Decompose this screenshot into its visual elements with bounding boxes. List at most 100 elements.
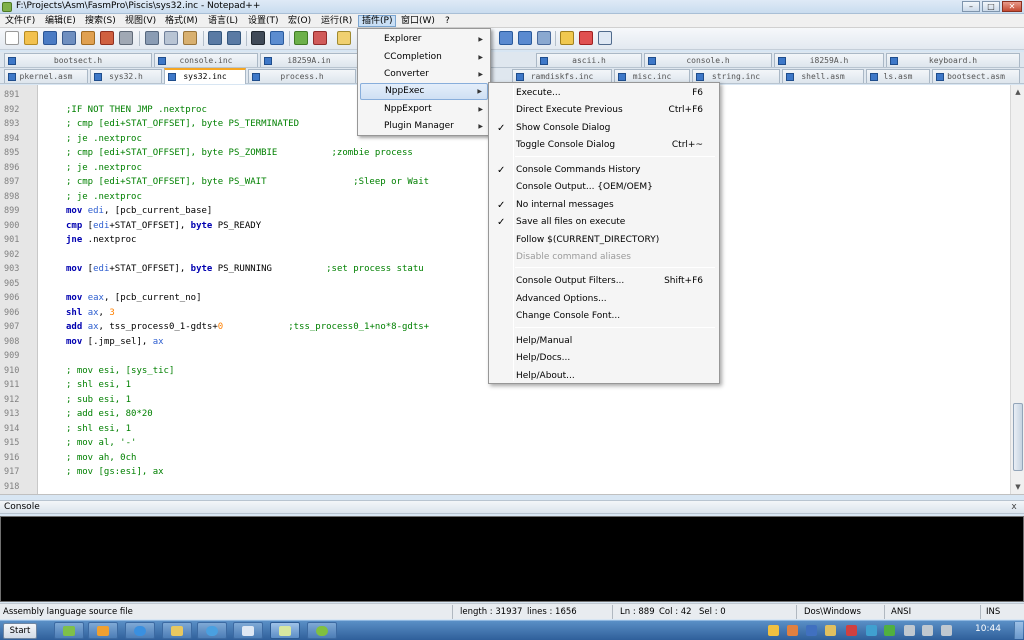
menu-run[interactable]: 运行(R) xyxy=(318,15,355,27)
network-icon[interactable] xyxy=(904,625,915,636)
menu-help[interactable]: ? xyxy=(442,15,453,27)
show-desktop-button[interactable] xyxy=(1014,622,1023,639)
tab-sys32-inc[interactable]: sys32.inc xyxy=(164,68,246,84)
nppexec-item-toggle-console-dialog[interactable]: Toggle Console Dialog Ctrl+~ xyxy=(491,137,717,154)
tab-i8259a-h[interactable]: i8259A.h xyxy=(774,53,884,67)
plugins-item-plugin-manager[interactable]: Plugin Manager ▶ xyxy=(360,118,488,135)
taskbar-app-word[interactable] xyxy=(233,622,263,639)
plugins-item-converter[interactable]: Converter ▶ xyxy=(360,66,488,83)
scrollbar-thumb[interactable] xyxy=(1013,403,1023,471)
nppexec-item-help-about[interactable]: Help/About... xyxy=(491,368,717,385)
function-list-icon[interactable] xyxy=(560,31,574,45)
start-button[interactable]: Start xyxy=(3,623,37,639)
tab-bootsect-h[interactable]: bootsect.h xyxy=(4,53,152,67)
tray-icon[interactable] xyxy=(825,625,836,636)
menu-format[interactable]: 格式(M) xyxy=(162,15,201,27)
zoom-in-icon[interactable] xyxy=(294,31,308,45)
taskbar-app-media[interactable] xyxy=(88,622,118,639)
tab-ls-asm[interactable]: ls.asm xyxy=(866,69,930,83)
plugins-item-explorer[interactable]: Explorer ▶ xyxy=(360,31,488,48)
nppexec-item-console-output-oem-oem[interactable]: Console Output... {OEM/OEM} xyxy=(491,179,717,196)
tab-sys32-h[interactable]: sys32.h xyxy=(90,69,162,83)
nppexec-item-execute[interactable]: Execute... F6 xyxy=(491,85,717,102)
redo-icon[interactable] xyxy=(227,31,241,45)
close-file-icon[interactable] xyxy=(81,31,95,45)
nppexec-item-no-internal-messages[interactable]: ✓ No internal messages xyxy=(491,197,717,214)
plugins-item-ccompletion[interactable]: CCompletion ▶ xyxy=(360,49,488,66)
tray-icon[interactable] xyxy=(846,625,857,636)
print-icon[interactable] xyxy=(119,31,133,45)
menu-view[interactable]: 视图(V) xyxy=(122,15,159,27)
nppexec-item-console-commands-history[interactable]: ✓ Console Commands History xyxy=(491,162,717,179)
replace-icon[interactable] xyxy=(270,31,284,45)
zoom-out-icon[interactable] xyxy=(313,31,327,45)
tab-process-h[interactable]: process.h xyxy=(248,69,356,83)
volume-icon[interactable] xyxy=(941,625,952,636)
tab-pkernel-asm[interactable]: pkernel.asm xyxy=(4,69,88,83)
tab-ramdiskfs-inc[interactable]: ramdiskfs.inc xyxy=(512,69,612,83)
menu-settings[interactable]: 设置(T) xyxy=(245,15,282,27)
tray-icon[interactable] xyxy=(806,625,817,636)
tab-ascii-h[interactable]: ascii.h xyxy=(536,53,642,67)
nppexec-item-help-manual[interactable]: Help/Manual xyxy=(491,333,717,350)
macro-run-multiple-icon[interactable] xyxy=(518,31,532,45)
nppexec-item-console-output-filters[interactable]: Console Output Filters... Shift+F6 xyxy=(491,273,717,290)
nppexec-item-show-console-dialog[interactable]: ✓ Show Console Dialog xyxy=(491,120,717,137)
menu-file[interactable]: 文件(F) xyxy=(2,15,38,27)
save-icon[interactable] xyxy=(43,31,57,45)
taskbar-app-ie[interactable] xyxy=(125,622,155,639)
tab-i8259a-inc[interactable]: i8259A.in xyxy=(260,53,358,67)
taskbar-app-explorer[interactable] xyxy=(162,622,192,639)
nppexec-item-change-console-font[interactable]: Change Console Font... xyxy=(491,308,717,325)
menu-language[interactable]: 语言(L) xyxy=(205,15,241,27)
sync-scroll-icon[interactable] xyxy=(337,31,351,45)
nppexec-item-save-all-files-on-execute[interactable]: ✓ Save all files on execute xyxy=(491,214,717,231)
open-file-icon[interactable] xyxy=(24,31,38,45)
save-all-icon[interactable] xyxy=(62,31,76,45)
nppexec-item-follow-current-directory[interactable]: Follow $(CURRENT_DIRECTORY) xyxy=(491,232,717,249)
paste-icon[interactable] xyxy=(183,31,197,45)
copy-icon[interactable] xyxy=(164,31,178,45)
new-file-icon[interactable] xyxy=(5,31,19,45)
close-button[interactable]: ✕ xyxy=(1002,1,1022,12)
taskbar-app-browser[interactable] xyxy=(197,622,227,639)
menu-macro[interactable]: 宏(O) xyxy=(285,15,314,27)
cut-icon[interactable] xyxy=(145,31,159,45)
maximize-button[interactable]: □ xyxy=(982,1,1000,12)
menu-search[interactable]: 搜索(S) xyxy=(82,15,119,27)
taskbar-app-1[interactable] xyxy=(54,622,84,639)
vertical-scrollbar[interactable]: ▲ ▼ xyxy=(1010,85,1024,494)
nppexec-item-direct-execute-previous[interactable]: Direct Execute Previous Ctrl+F6 xyxy=(491,102,717,119)
tray-icon[interactable] xyxy=(866,625,877,636)
menu-window[interactable]: 窗口(W) xyxy=(398,15,438,27)
undo-icon[interactable] xyxy=(208,31,222,45)
tray-icon[interactable] xyxy=(787,625,798,636)
tray-icon[interactable] xyxy=(768,625,779,636)
console-close-button[interactable]: x xyxy=(1008,502,1020,513)
taskbar-clock[interactable]: 10:44 xyxy=(968,624,1008,634)
tab-bootsect-asm[interactable]: bootsect.asm xyxy=(932,69,1020,83)
taskbar-app-green[interactable] xyxy=(307,622,337,639)
tray-icon[interactable] xyxy=(884,625,895,636)
tab-console-h[interactable]: console.h xyxy=(644,53,772,67)
tab-string-inc[interactable]: string.inc xyxy=(692,69,780,83)
menu-edit[interactable]: 编辑(E) xyxy=(42,15,79,27)
heart-icon[interactable] xyxy=(579,31,593,45)
tray-icon[interactable] xyxy=(922,625,933,636)
scroll-down-arrow-icon[interactable]: ▼ xyxy=(1012,481,1024,493)
nppexec-item-advanced-options[interactable]: Advanced Options... xyxy=(491,291,717,308)
scroll-up-arrow-icon[interactable]: ▲ xyxy=(1012,86,1024,98)
plugins-item-nppexec[interactable]: NppExec ▶ xyxy=(360,83,488,100)
tab-misc-inc[interactable]: misc.inc xyxy=(614,69,690,83)
console-output[interactable] xyxy=(0,516,1024,602)
close-all-icon[interactable] xyxy=(100,31,114,45)
tab-console-inc[interactable]: console.inc xyxy=(154,53,258,67)
menu-plugins[interactable]: 插件(P) xyxy=(358,15,397,27)
macro-save-icon[interactable] xyxy=(537,31,551,45)
plugins-item-nppexport[interactable]: NppExport ▶ xyxy=(360,101,488,118)
macro-play-icon[interactable] xyxy=(499,31,513,45)
nppexec-item-help-docs[interactable]: Help/Docs... xyxy=(491,350,717,367)
minimize-button[interactable]: – xyxy=(962,1,980,12)
tab-keyboard-h[interactable]: keyboard.h xyxy=(886,53,1020,67)
console-toggle-icon[interactable] xyxy=(598,31,612,45)
